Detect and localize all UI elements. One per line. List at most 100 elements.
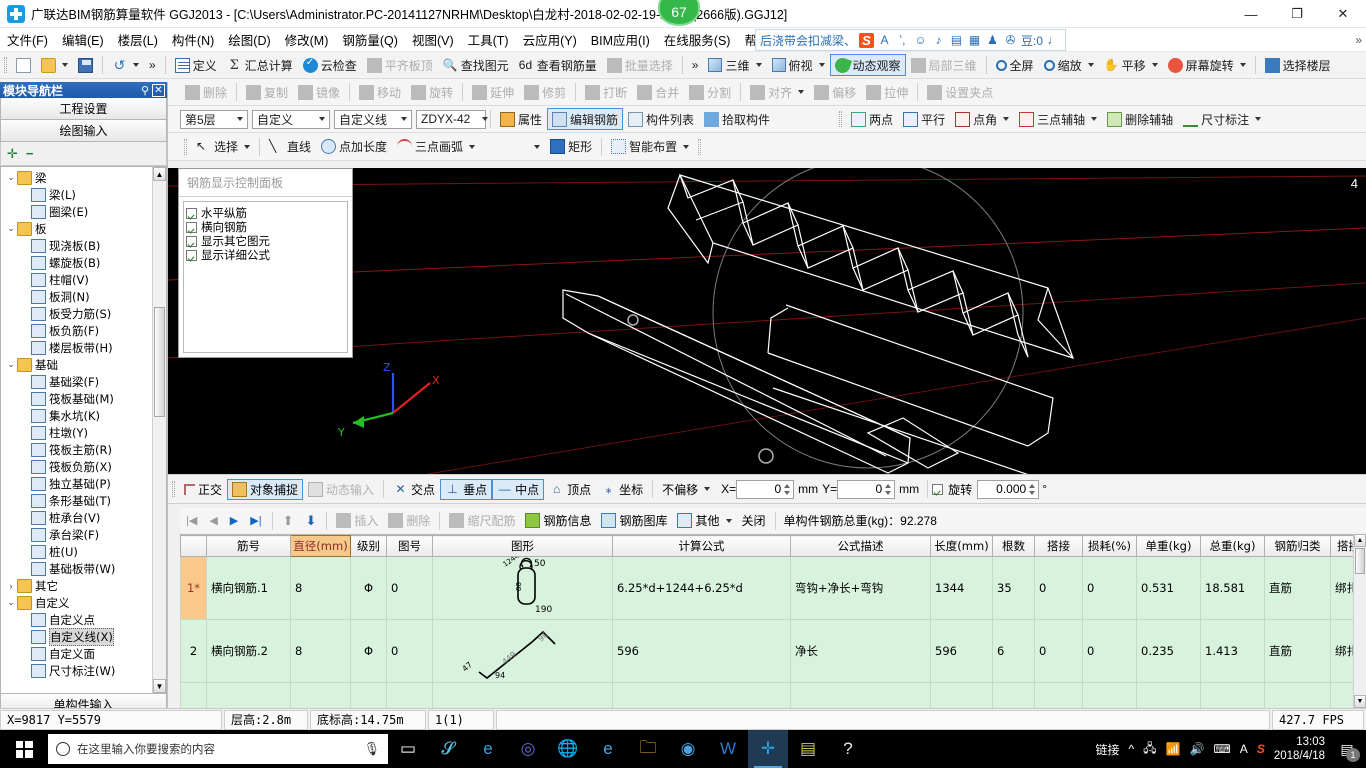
taskbar-app-ggj[interactable]: ✛	[748, 730, 788, 768]
draw-toolbar-grip-end[interactable]	[698, 138, 702, 155]
view-rebar-qty-button[interactable]: 6d 查看钢筋量	[514, 54, 602, 76]
toolbar-overflow-1[interactable]: »	[144, 54, 161, 76]
tree-node[interactable]: 集水坑(K)	[1, 407, 152, 424]
cell-shape[interactable]: 47 449 96 94	[432, 619, 613, 683]
tray-network-icon[interactable]: 🖧	[1143, 739, 1156, 760]
define-button[interactable]: 定义	[170, 54, 222, 76]
taskbar-app-notes[interactable]: ▤	[788, 730, 828, 768]
ime-keyboard-icon[interactable]: ▤	[949, 33, 964, 47]
tree-node[interactable]: 柱墩(Y)	[1, 424, 152, 441]
cell-length[interactable]: 1344	[930, 556, 993, 620]
cell-loss[interactable]: 0	[1082, 556, 1137, 620]
cloud-check-button[interactable]: 云检查	[298, 54, 362, 76]
scroll-down-icon[interactable]: ▼	[153, 679, 166, 693]
rebar-display-control-panel[interactable]: 钢筋显示控制面板 水平纵筋 横向钢筋 显示其它图元 显示详细公式	[178, 168, 353, 358]
panel-close-icon[interactable]: ✕	[152, 83, 165, 97]
point-angle-button[interactable]: 点角	[950, 108, 1014, 130]
rebar-library-button[interactable]: 钢筋图库	[596, 510, 672, 532]
draw-toolbar-grip[interactable]	[184, 138, 187, 155]
chevron-down-icon[interactable]	[798, 90, 805, 94]
checkbox[interactable]	[186, 207, 197, 219]
x-coord-input[interactable]: 0	[736, 479, 795, 499]
th-grade[interactable]: 级别	[350, 535, 387, 557]
tree-node[interactable]: 桩承台(V)	[1, 509, 152, 526]
option-show-other-elements[interactable]: 显示其它图元	[186, 234, 345, 248]
taskbar-app-explorer[interactable]: 🗀	[628, 730, 668, 768]
ortho-toggle[interactable]: 正交	[179, 479, 227, 500]
ime-voice-icon[interactable]: ♪	[931, 33, 946, 47]
pick-component-button[interactable]: 拾取构件	[699, 108, 775, 130]
ime-candidate-bar[interactable]: 后浇带会扣减梁、 S A ʼ, ☺ ♪ ▤ ▦ ♟ ✇ 豆:0 ♩	[755, 29, 1067, 51]
chevron-down-icon[interactable]: ⌄	[5, 172, 17, 183]
cell-formula[interactable]: 596	[612, 619, 791, 683]
cell-formula-desc[interactable]: 净长	[790, 619, 931, 683]
tree-node[interactable]: 筏板负筋(X)	[1, 458, 152, 475]
chevron-down-icon[interactable]	[482, 117, 489, 121]
tree-node[interactable]: 桩(U)	[1, 543, 152, 560]
intersection-snap-toggle[interactable]: ✕ 交点	[388, 479, 440, 500]
break-button[interactable]: 打断	[580, 81, 632, 103]
tree-node[interactable]: 尺寸标注(W)	[1, 662, 152, 679]
chevron-down-icon[interactable]: ⌄	[5, 597, 17, 608]
dynamic-observe-button[interactable]: 动态观察	[829, 54, 906, 76]
tree-node[interactable]: 独立基础(P)	[1, 475, 152, 492]
scroll-thumb[interactable]	[1355, 548, 1365, 574]
tray-expand-icon[interactable]: ^	[1129, 742, 1135, 756]
menu-modify[interactable]: 修改(M)	[278, 28, 336, 51]
cell-length[interactable]: 596	[930, 619, 993, 683]
tree-node[interactable]: 自定义点	[1, 611, 152, 628]
menu-overflow-icon[interactable]: »	[1355, 33, 1362, 47]
scroll-thumb[interactable]	[154, 307, 165, 417]
tree-node[interactable]: 承台梁(F)	[1, 526, 152, 543]
rotate-button[interactable]: 旋转	[406, 81, 458, 103]
chevron-down-icon[interactable]	[818, 63, 825, 67]
taskbar-app-word[interactable]: W	[708, 730, 748, 768]
chevron-down-icon[interactable]	[1091, 117, 1098, 121]
tree-node[interactable]: ⌄ 板	[1, 220, 152, 237]
two-point-axis-button[interactable]: 两点	[846, 108, 898, 130]
select-floor-button[interactable]: 选择楼层	[1260, 54, 1336, 76]
next-record-button[interactable]: ▶	[224, 514, 244, 527]
save-button[interactable]	[73, 54, 98, 76]
delete-row-button[interactable]: 删除	[383, 510, 435, 532]
maximize-button[interactable]: ❐	[1274, 0, 1320, 28]
chevron-down-icon[interactable]	[1239, 63, 1246, 67]
chevron-down-icon[interactable]	[62, 63, 68, 67]
tree-node[interactable]: 板洞(N)	[1, 288, 152, 305]
th-total-weight[interactable]: 总重(kg)	[1200, 535, 1265, 557]
chevron-down-icon[interactable]: ⌄	[5, 223, 17, 234]
table-row[interactable]: 2 横向钢筋.2 8 Φ 0 47 449 96 94 596 净长 596 6…	[180, 619, 1366, 683]
perpendicular-snap-toggle[interactable]: ⊥ 垂点	[440, 478, 493, 500]
prev-record-button[interactable]: ◀	[203, 514, 223, 527]
menu-floor[interactable]: 楼层(L)	[111, 28, 165, 51]
ime-settings-icon[interactable]: ✇	[1003, 33, 1018, 47]
cell-lap[interactable]: 0	[1034, 556, 1083, 620]
chevron-down-icon[interactable]	[683, 144, 690, 149]
smart-layout-button[interactable]: 智能布置	[606, 136, 694, 158]
toolbar-overflow-2[interactable]: »	[687, 54, 704, 76]
ime-skin-icon[interactable]: ♟	[985, 33, 1000, 47]
midpoint-snap-toggle[interactable]: — 中点	[492, 478, 545, 500]
rotate-input[interactable]: 0.000	[977, 479, 1040, 499]
chevron-down-icon[interactable]	[1003, 117, 1010, 121]
tree-node[interactable]: › 其它	[1, 577, 152, 594]
3d-viewport[interactable]: Z X Y 4 钢筋显示控制面板 水平纵筋 横向钢筋 显示其它图元 显示详细公式	[168, 168, 1366, 474]
open-file-button[interactable]	[36, 54, 73, 76]
tree-node[interactable]: 筏板基础(M)	[1, 390, 152, 407]
tray-sogou-icon[interactable]: S	[1257, 742, 1265, 756]
fullscreen-button[interactable]: 全屏	[991, 54, 1039, 76]
menu-online-service[interactable]: 在线服务(S)	[657, 28, 738, 51]
dimension-button[interactable]: 尺寸标注	[1178, 108, 1266, 130]
properties-button[interactable]: 属性	[495, 108, 547, 130]
th-diameter[interactable]: 直径(mm)	[290, 535, 351, 557]
th-length[interactable]: 长度(mm)	[930, 535, 993, 557]
chevron-down-icon[interactable]	[237, 117, 243, 121]
taskbar-search[interactable]: 在这里输入你要搜索的内容 🎙	[48, 734, 388, 764]
cell-unit-weight[interactable]: 0.235	[1136, 619, 1201, 683]
option-transverse-rebar[interactable]: 横向钢筋	[186, 220, 345, 234]
spinner-icon[interactable]	[1027, 482, 1037, 497]
tray-link-label[interactable]: 链接	[1096, 741, 1120, 758]
menu-file[interactable]: 文件(F)	[0, 28, 55, 51]
mirror-button[interactable]: 镜像	[293, 81, 345, 103]
edit-rebar-button[interactable]: 编辑钢筋	[547, 108, 624, 130]
